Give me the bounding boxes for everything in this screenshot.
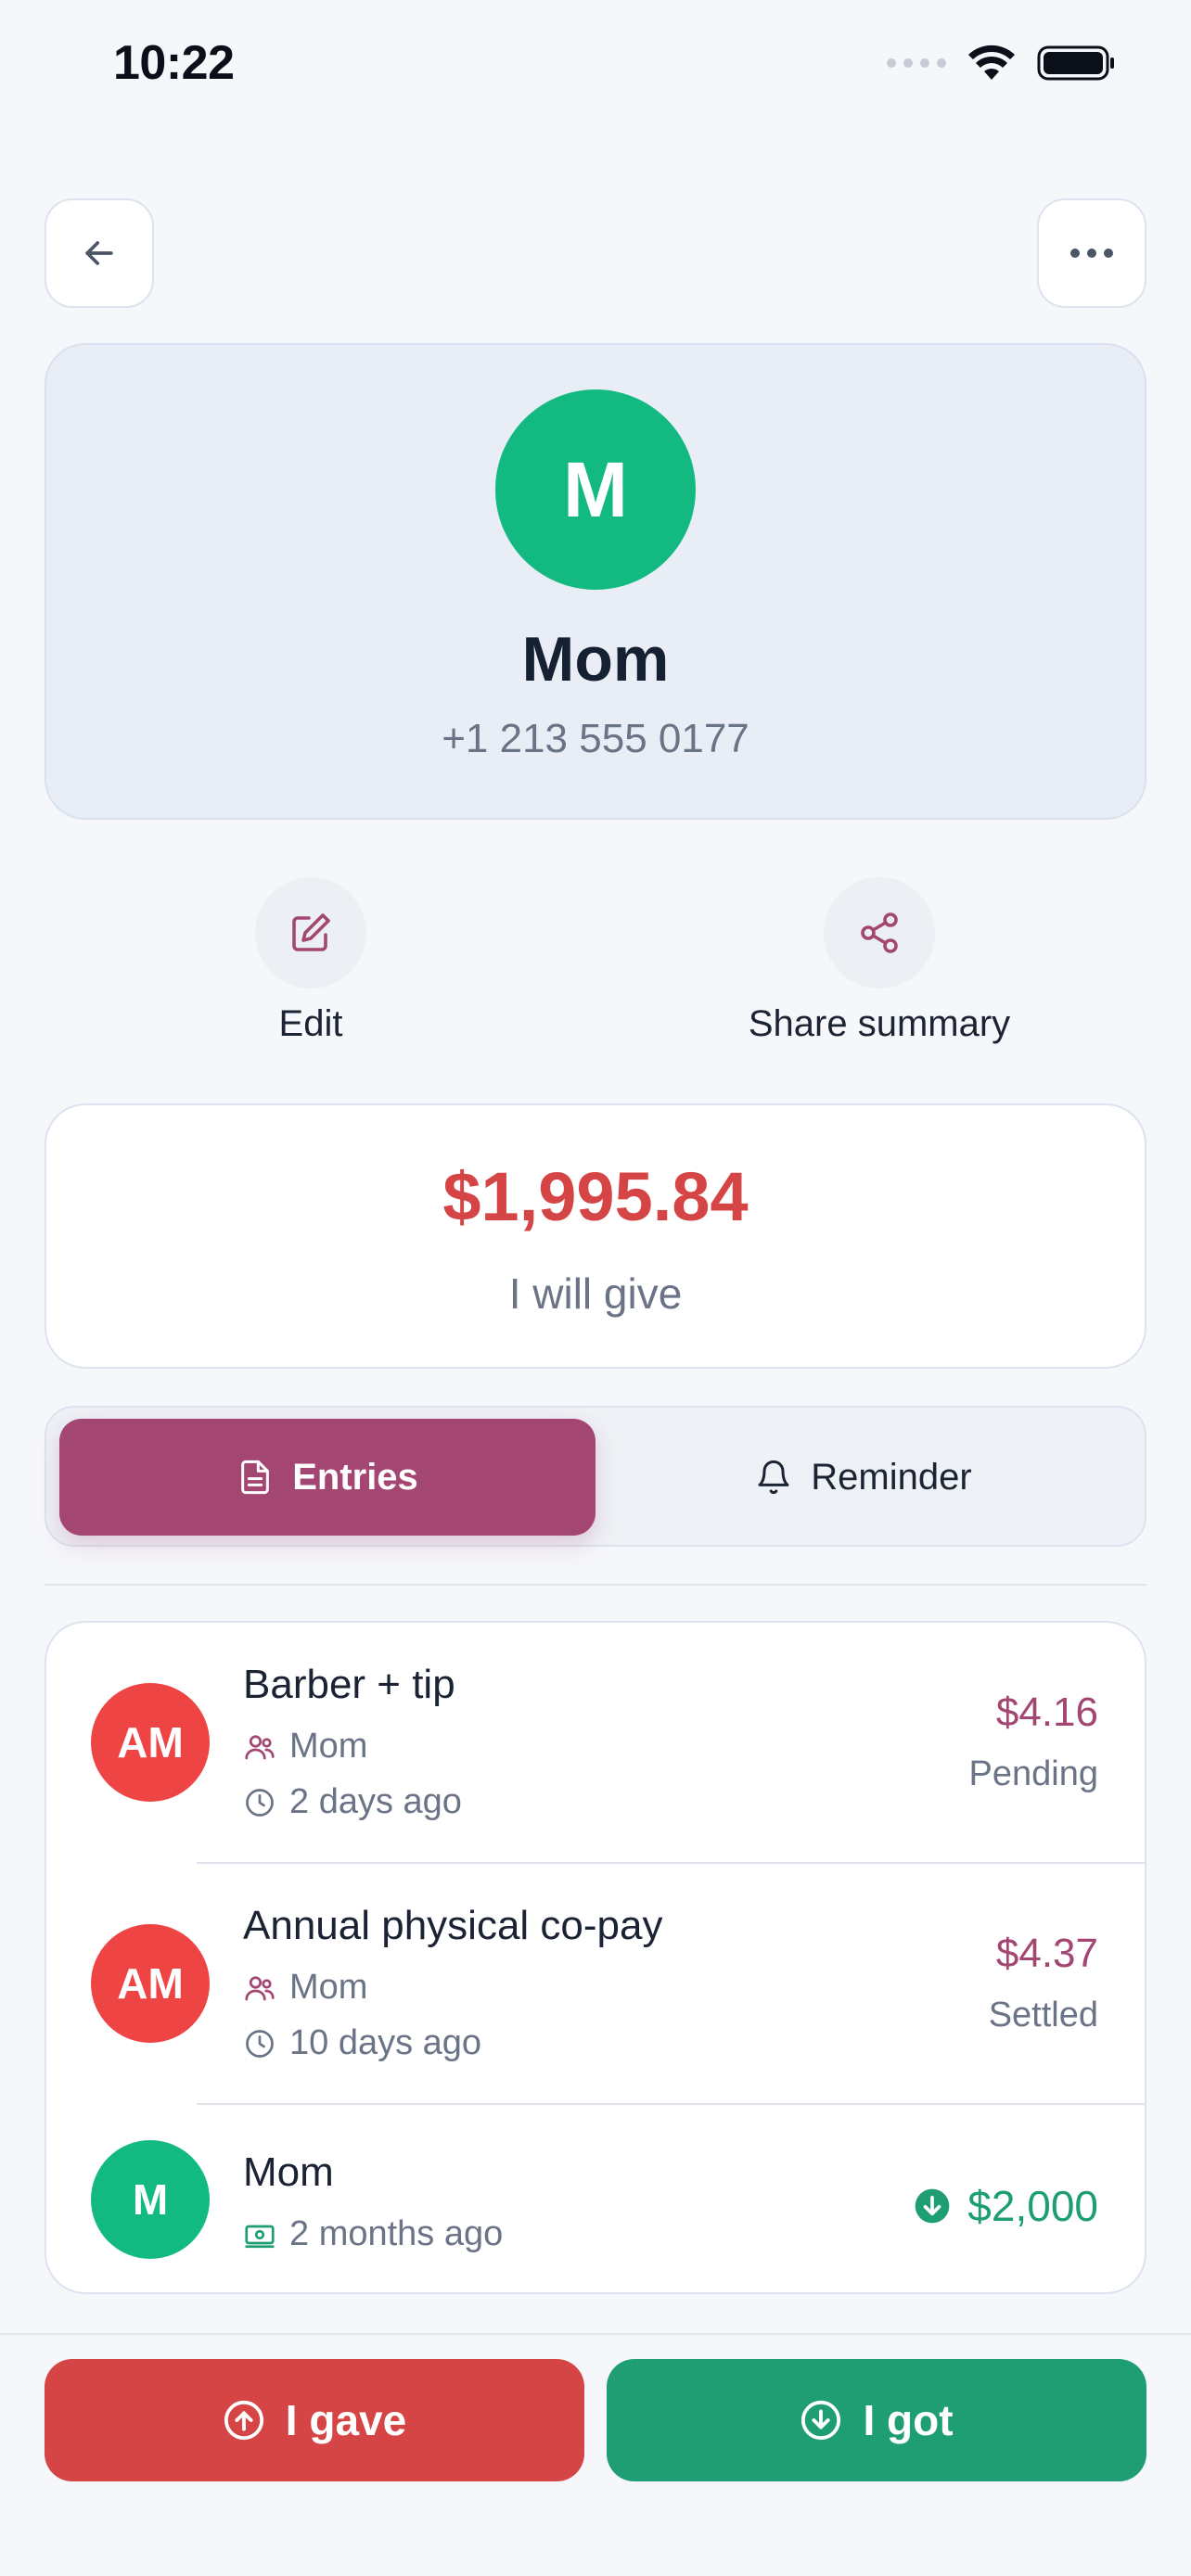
bottom-divider bbox=[0, 2333, 1191, 2335]
bell-icon bbox=[758, 1460, 789, 1495]
share-icon bbox=[861, 912, 898, 953]
entry-amount: $4.37 bbox=[995, 1931, 1098, 1976]
entry-avatar: M bbox=[91, 2140, 210, 2259]
tab-reminder-label: Reminder bbox=[811, 1456, 972, 1498]
arrow-down-circle-icon bbox=[801, 2400, 841, 2441]
entry-title: Barber + tip bbox=[243, 1662, 455, 1707]
i-got-button[interactable]: I got bbox=[607, 2359, 1146, 2481]
entry-status: Settled bbox=[988, 1996, 1098, 2034]
status-icons bbox=[887, 45, 1117, 82]
balance-caption: I will give bbox=[508, 1269, 683, 1318]
contact-name: Mom bbox=[521, 624, 670, 695]
entry-avatar: AM bbox=[91, 1924, 210, 2043]
status-time: 10:22 bbox=[113, 36, 235, 90]
edit-button[interactable] bbox=[255, 877, 366, 988]
share-summary-label[interactable]: Share summary bbox=[694, 1003, 1065, 1045]
edit-label[interactable]: Edit bbox=[199, 1003, 422, 1045]
entry-time: 10 days ago bbox=[243, 2023, 481, 2063]
list-item[interactable] bbox=[46, 1864, 1145, 2103]
entry-avatar: AM bbox=[91, 1683, 210, 1802]
clock-icon bbox=[246, 2029, 274, 2058]
cash-icon bbox=[245, 2225, 275, 2248]
back-button[interactable] bbox=[45, 198, 154, 308]
entry-amount: $2,000 bbox=[967, 2182, 1098, 2230]
battery-icon bbox=[1037, 45, 1114, 81]
arrow-left-icon bbox=[85, 241, 113, 265]
balance-amount: $1,995.84 bbox=[442, 1158, 749, 1235]
entry-time: 2 months ago bbox=[243, 2214, 503, 2254]
cellular-signal-icon bbox=[887, 58, 946, 68]
entry-title: Mom bbox=[243, 2149, 334, 2195]
share-summary-button[interactable] bbox=[824, 877, 935, 988]
balance-card bbox=[45, 1103, 1146, 1369]
tab-reminder[interactable]: Reminder bbox=[596, 1419, 1132, 1536]
tab-entries-label: Entries bbox=[292, 1456, 418, 1498]
entry-amount: $4.16 bbox=[995, 1690, 1098, 1735]
i-gave-button[interactable]: I gave bbox=[45, 2359, 584, 2481]
more-horizontal-icon bbox=[1070, 249, 1113, 258]
users-icon bbox=[245, 1975, 275, 2000]
entry-amount-received: $2,000 bbox=[914, 2181, 1098, 2231]
entry-time: 2 days ago bbox=[243, 1782, 462, 1822]
entry-person: Mom bbox=[243, 1727, 367, 1766]
entry-status: Pending bbox=[968, 1754, 1098, 1793]
more-options-button[interactable] bbox=[1037, 198, 1146, 308]
section-divider bbox=[45, 1584, 1146, 1586]
users-icon bbox=[245, 1734, 275, 1759]
arrow-down-circle-icon bbox=[915, 2188, 950, 2224]
tab-entries[interactable]: Entries bbox=[59, 1419, 596, 1536]
contact-phone: +1 213 555 0177 bbox=[442, 716, 749, 761]
clock-icon bbox=[246, 1788, 274, 1817]
edit-icon bbox=[292, 913, 330, 951]
entry-person: Mom bbox=[243, 1968, 367, 2008]
avatar: M bbox=[495, 389, 696, 590]
document-icon bbox=[241, 1460, 270, 1495]
wifi-icon bbox=[968, 45, 1015, 80]
arrow-up-circle-icon bbox=[224, 2400, 263, 2441]
entry-title: Annual physical co-pay bbox=[243, 1903, 663, 1948]
list-item[interactable] bbox=[46, 1623, 1145, 1862]
